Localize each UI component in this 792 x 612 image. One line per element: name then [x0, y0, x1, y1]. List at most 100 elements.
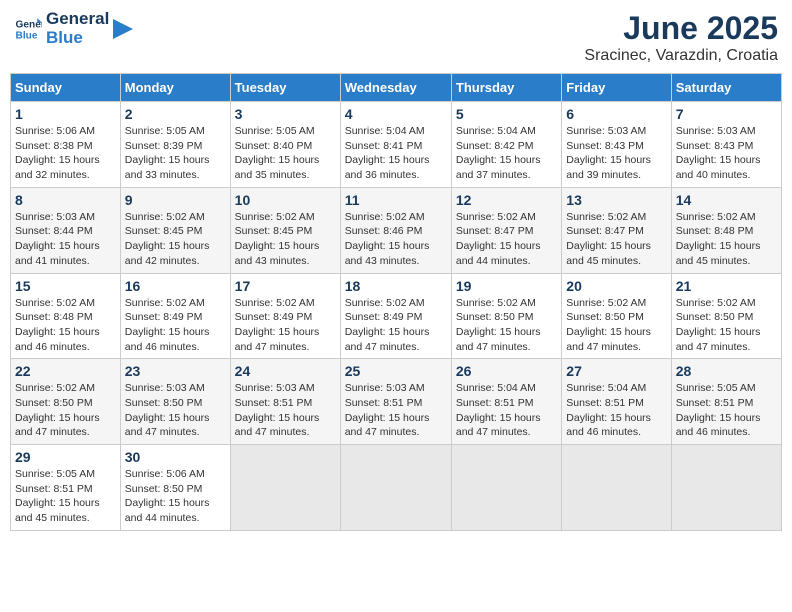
day-number: 23: [125, 363, 226, 379]
day-info: Sunrise: 5:04 AMSunset: 8:51 PMDaylight:…: [566, 381, 666, 440]
calendar-cell: 2 Sunrise: 5:05 AMSunset: 8:39 PMDaylight…: [120, 102, 230, 188]
logo-arrow-icon: [113, 19, 133, 39]
day-number: 28: [676, 363, 777, 379]
calendar-cell: [671, 445, 781, 531]
calendar-cell: 11 Sunrise: 5:02 AMSunset: 8:46 PMDayligh…: [340, 187, 451, 273]
logo-general: General: [46, 10, 109, 29]
calendar-cell: 4 Sunrise: 5:04 AMSunset: 8:41 PMDaylight…: [340, 102, 451, 188]
calendar-cell: 9Sunrise: 5:02 AMSunset: 8:45 PMDaylight…: [120, 187, 230, 273]
day-info: Sunrise: 5:02 AMSunset: 8:46 PMDaylight:…: [345, 210, 447, 269]
day-info: Sunrise: 5:04 AMSunset: 8:41 PMDaylight:…: [345, 124, 447, 183]
week-row-2: 8 Sunrise: 5:03 AMSunset: 8:44 PMDaylight…: [11, 187, 782, 273]
header-monday: Monday: [120, 74, 230, 102]
day-number: 14: [676, 192, 777, 208]
day-number: 8: [15, 192, 116, 208]
day-info: Sunrise: 5:04 AMSunset: 8:51 PMDaylight:…: [456, 381, 557, 440]
header-tuesday: Tuesday: [230, 74, 340, 102]
main-title: June 2025: [584, 10, 778, 47]
day-number: 29: [15, 449, 116, 465]
day-number: 20: [566, 278, 666, 294]
calendar-cell: [230, 445, 340, 531]
day-info: Sunrise: 5:05 AMSunset: 8:51 PMDaylight:…: [15, 467, 116, 526]
day-info: Sunrise: 5:02 AMSunset: 8:50 PMDaylight:…: [456, 296, 557, 355]
day-info: Sunrise: 5:05 AMSunset: 8:39 PMDaylight:…: [125, 124, 226, 183]
week-row-5: 29 Sunrise: 5:05 AMSunset: 8:51 PMDayligh…: [11, 445, 782, 531]
day-number: 19: [456, 278, 557, 294]
day-number: 12: [456, 192, 557, 208]
calendar-cell: 25Sunrise: 5:03 AMSunset: 8:51 PMDayligh…: [340, 359, 451, 445]
header-row: SundayMondayTuesdayWednesdayThursdayFrid…: [11, 74, 782, 102]
header-thursday: Thursday: [451, 74, 561, 102]
day-number: 24: [235, 363, 336, 379]
day-number: 1: [15, 106, 116, 122]
header-sunday: Sunday: [11, 74, 121, 102]
sub-title: Sracinec, Varazdin, Croatia: [584, 47, 778, 65]
day-info: Sunrise: 5:02 AMSunset: 8:49 PMDaylight:…: [345, 296, 447, 355]
header-friday: Friday: [562, 74, 671, 102]
calendar-cell: 28 Sunrise: 5:05 AMSunset: 8:51 PMDayligh…: [671, 359, 781, 445]
day-number: 21: [676, 278, 777, 294]
day-number: 5: [456, 106, 557, 122]
week-row-1: 1Sunrise: 5:06 AMSunset: 8:38 PMDaylight…: [11, 102, 782, 188]
day-number: 16: [125, 278, 226, 294]
calendar-cell: [451, 445, 561, 531]
day-info: Sunrise: 5:03 AMSunset: 8:43 PMDaylight:…: [566, 124, 666, 183]
calendar-cell: 26Sunrise: 5:04 AMSunset: 8:51 PMDayligh…: [451, 359, 561, 445]
calendar-cell: 5 Sunrise: 5:04 AMSunset: 8:42 PMDaylight…: [451, 102, 561, 188]
calendar-cell: 23 Sunrise: 5:03 AMSunset: 8:50 PMDayligh…: [120, 359, 230, 445]
header-saturday: Saturday: [671, 74, 781, 102]
calendar-cell: 30 Sunrise: 5:06 AMSunset: 8:50 PMDayligh…: [120, 445, 230, 531]
day-number: 27: [566, 363, 666, 379]
day-info: Sunrise: 5:02 AMSunset: 8:50 PMDaylight:…: [676, 296, 777, 355]
title-area: June 2025 Sracinec, Varazdin, Croatia: [584, 10, 778, 65]
day-number: 18: [345, 278, 447, 294]
calendar-cell: 17 Sunrise: 5:02 AMSunset: 8:49 PMDayligh…: [230, 273, 340, 359]
calendar-cell: 16Sunrise: 5:02 AMSunset: 8:49 PMDayligh…: [120, 273, 230, 359]
day-number: 3: [235, 106, 336, 122]
day-info: Sunrise: 5:03 AMSunset: 8:50 PMDaylight:…: [125, 381, 226, 440]
day-number: 25: [345, 363, 447, 379]
day-number: 17: [235, 278, 336, 294]
day-info: Sunrise: 5:05 AMSunset: 8:51 PMDaylight:…: [676, 381, 777, 440]
day-number: 11: [345, 192, 447, 208]
logo: General Blue General Blue: [14, 10, 133, 47]
day-number: 7: [676, 106, 777, 122]
calendar-cell: 24Sunrise: 5:03 AMSunset: 8:51 PMDayligh…: [230, 359, 340, 445]
day-number: 6: [566, 106, 666, 122]
day-info: Sunrise: 5:05 AMSunset: 8:40 PMDaylight:…: [235, 124, 336, 183]
week-row-3: 15Sunrise: 5:02 AMSunset: 8:48 PMDayligh…: [11, 273, 782, 359]
calendar-cell: 19 Sunrise: 5:02 AMSunset: 8:50 PMDayligh…: [451, 273, 561, 359]
day-number: 4: [345, 106, 447, 122]
calendar-cell: 22 Sunrise: 5:02 AMSunset: 8:50 PMDayligh…: [11, 359, 121, 445]
day-number: 30: [125, 449, 226, 465]
day-number: 2: [125, 106, 226, 122]
calendar-cell: 21 Sunrise: 5:02 AMSunset: 8:50 PMDayligh…: [671, 273, 781, 359]
header: General Blue General Blue June 2025 Srac…: [10, 10, 782, 65]
day-info: Sunrise: 5:02 AMSunset: 8:50 PMDaylight:…: [15, 381, 116, 440]
day-info: Sunrise: 5:02 AMSunset: 8:45 PMDaylight:…: [235, 210, 336, 269]
day-number: 22: [15, 363, 116, 379]
calendar-cell: [562, 445, 671, 531]
calendar-cell: 20 Sunrise: 5:02 AMSunset: 8:50 PMDayligh…: [562, 273, 671, 359]
calendar-cell: 18 Sunrise: 5:02 AMSunset: 8:49 PMDayligh…: [340, 273, 451, 359]
calendar-cell: 3 Sunrise: 5:05 AMSunset: 8:40 PMDaylight…: [230, 102, 340, 188]
calendar-cell: 7 Sunrise: 5:03 AMSunset: 8:43 PMDaylight…: [671, 102, 781, 188]
day-info: Sunrise: 5:06 AMSunset: 8:50 PMDaylight:…: [125, 467, 226, 526]
calendar-table: SundayMondayTuesdayWednesdayThursdayFrid…: [10, 73, 782, 531]
day-info: Sunrise: 5:02 AMSunset: 8:48 PMDaylight:…: [676, 210, 777, 269]
day-info: Sunrise: 5:03 AMSunset: 8:44 PMDaylight:…: [15, 210, 116, 269]
day-info: Sunrise: 5:02 AMSunset: 8:47 PMDaylight:…: [456, 210, 557, 269]
day-number: 9: [125, 192, 226, 208]
day-info: Sunrise: 5:04 AMSunset: 8:42 PMDaylight:…: [456, 124, 557, 183]
day-info: Sunrise: 5:02 AMSunset: 8:49 PMDaylight:…: [235, 296, 336, 355]
calendar-cell: 27 Sunrise: 5:04 AMSunset: 8:51 PMDayligh…: [562, 359, 671, 445]
day-info: Sunrise: 5:02 AMSunset: 8:47 PMDaylight:…: [566, 210, 666, 269]
day-number: 13: [566, 192, 666, 208]
calendar-cell: [340, 445, 451, 531]
calendar-cell: 29 Sunrise: 5:05 AMSunset: 8:51 PMDayligh…: [11, 445, 121, 531]
day-info: Sunrise: 5:02 AMSunset: 8:50 PMDaylight:…: [566, 296, 666, 355]
week-row-4: 22 Sunrise: 5:02 AMSunset: 8:50 PMDayligh…: [11, 359, 782, 445]
day-info: Sunrise: 5:03 AMSunset: 8:43 PMDaylight:…: [676, 124, 777, 183]
calendar-cell: 13 Sunrise: 5:02 AMSunset: 8:47 PMDayligh…: [562, 187, 671, 273]
calendar-cell: 1Sunrise: 5:06 AMSunset: 8:38 PMDaylight…: [11, 102, 121, 188]
